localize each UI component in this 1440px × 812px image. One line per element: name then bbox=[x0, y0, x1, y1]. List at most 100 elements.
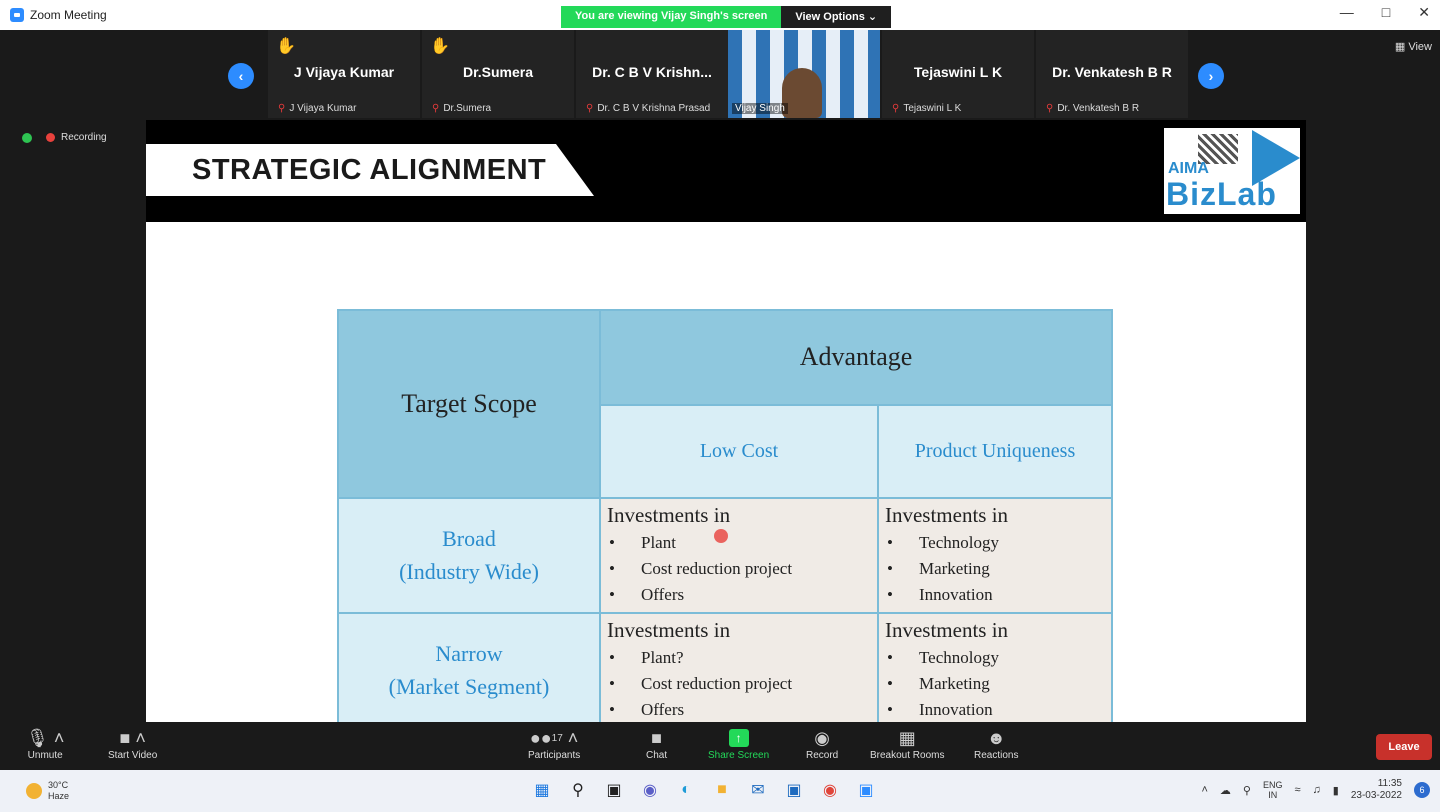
reactions-button[interactable]: ☻ Reactions bbox=[974, 726, 1018, 762]
list-item: Innovation bbox=[885, 582, 1111, 608]
temperature: 30°C bbox=[48, 780, 69, 790]
cell-broad-uniqueness: Investments in Technology Marketing Inno… bbox=[876, 496, 1114, 614]
logo-bizlab-text: BizLab bbox=[1166, 176, 1277, 212]
participant-label: ⚲ Dr. C B V Krishna Prasad bbox=[586, 103, 711, 114]
leave-button[interactable]: Leave bbox=[1376, 734, 1432, 760]
muted-mic-icon: ⚲ bbox=[586, 103, 594, 114]
participant-tile[interactable]: ✋ Dr.Sumera ⚲ Dr.Sumera bbox=[422, 30, 574, 118]
record-icon: ◉ bbox=[814, 727, 830, 748]
participant-video-tile[interactable]: Vijay Singh bbox=[728, 30, 880, 118]
window-controls: — □ ✕ bbox=[1340, 4, 1430, 21]
row-label-narrow: Narrow (Market Segment) bbox=[337, 611, 601, 722]
battery-icon[interactable]: ▮ bbox=[1333, 784, 1339, 797]
record-button[interactable]: ◉ Record bbox=[806, 726, 838, 762]
unmute-button[interactable]: 🎙︎ ˄ Unmute bbox=[26, 726, 64, 762]
search-icon[interactable]: ⚲ bbox=[566, 778, 590, 802]
minimize-icon[interactable]: — bbox=[1340, 4, 1354, 21]
language-indicator[interactable]: ENG IN bbox=[1263, 780, 1283, 800]
list-item: Plant? bbox=[607, 645, 877, 671]
taskbar-apps: ▦ ⚲ ▣ ◉ ◐ ■ ✉ ▣ ◉ ▣ bbox=[530, 778, 878, 802]
participant-tile[interactable]: Dr. C B V Krishn... ⚲ Dr. C B V Krishna P… bbox=[576, 30, 728, 118]
aima-bizlab-logo: AIMA BizLab bbox=[1164, 128, 1300, 214]
share-screen-button[interactable]: ↑ Share Screen bbox=[708, 726, 769, 761]
notification-badge[interactable]: 6 bbox=[1414, 782, 1430, 798]
video-off-icon: ■ ˄ bbox=[119, 727, 146, 748]
cell-broad-low-cost: Investments in Plant Cost reduction proj… bbox=[599, 496, 879, 614]
window-title: Zoom Meeting bbox=[30, 8, 107, 22]
next-page-icon[interactable]: › bbox=[1198, 63, 1224, 89]
list-item: Innovation bbox=[885, 697, 1111, 722]
row-label-broad: Broad (Industry Wide) bbox=[337, 496, 601, 614]
participant-tile[interactable]: Dr. Venkatesh B R ⚲ Dr. Venkatesh B R bbox=[1036, 30, 1188, 118]
low-cost-header: Low Cost bbox=[599, 403, 879, 499]
muted-mic-icon: ⚲ bbox=[278, 103, 286, 114]
weather-sun-icon bbox=[26, 783, 42, 799]
clock[interactable]: 11:35 23-03-2022 bbox=[1351, 778, 1402, 802]
weather-condition: Haze bbox=[48, 791, 70, 801]
view-options-button[interactable]: View Options ⌄ bbox=[781, 6, 892, 28]
participant-strip: ‹ ✋ J Vijaya Kumar ⚲ J Vijaya Kumar ✋ Dr.… bbox=[0, 30, 1440, 118]
view-button[interactable]: ▦ View bbox=[1395, 40, 1432, 53]
participant-label: ⚲ Dr.Sumera bbox=[432, 103, 492, 114]
prev-page-icon[interactable]: ‹ bbox=[228, 63, 254, 89]
weather-widget[interactable]: 30°C Haze bbox=[26, 780, 69, 802]
zoom-taskbar-icon[interactable]: ▣ bbox=[854, 778, 878, 802]
task-view-icon[interactable]: ▣ bbox=[602, 778, 626, 802]
windows-start-icon[interactable]: ▦ bbox=[530, 778, 554, 802]
wifi-icon[interactable]: ≈ bbox=[1294, 784, 1300, 796]
title-bar: Zoom Meeting You are viewing Vijay Singh… bbox=[0, 0, 1440, 30]
system-tray: ˄ ☁ ⚲ ENG IN ≈ ♫ ▮ 11:35 23-03-2022 6 bbox=[1201, 778, 1430, 802]
teams-chat-icon[interactable]: ◉ bbox=[638, 778, 662, 802]
list-item: Offers bbox=[607, 697, 877, 722]
participant-label: ⚲ Dr. Venkatesh B R bbox=[1046, 103, 1140, 114]
list-item: Marketing bbox=[885, 671, 1111, 697]
file-explorer-icon[interactable]: ■ bbox=[710, 778, 734, 802]
recording-indicator[interactable]: Recording bbox=[22, 132, 107, 143]
list-item: Plant bbox=[607, 530, 877, 556]
slide-title-banner: STRATEGIC ALIGNMENT bbox=[146, 144, 594, 196]
strategy-matrix: Target Scope Advantage Low Cost Product … bbox=[337, 309, 1114, 722]
gallery-icon: ▦ bbox=[1394, 41, 1409, 53]
shared-screen: STRATEGIC ALIGNMENT AIMA BizLab Target S… bbox=[146, 120, 1306, 722]
chat-icon: ■ bbox=[651, 727, 662, 748]
list-item: Marketing bbox=[885, 556, 1111, 582]
muted-mic-icon: ⚲ bbox=[892, 103, 900, 114]
meeting-controls: 🎙︎ ˄ Unmute ■ ˄ Start Video ●● 17 ˄ Part… bbox=[0, 722, 1440, 770]
zoom-app-icon bbox=[10, 8, 24, 22]
participants-button[interactable]: ●● 17 ˄ Participants bbox=[528, 726, 580, 762]
participant-tile[interactable]: Tejaswini L K ⚲ Tejaswini L K bbox=[882, 30, 1034, 118]
restore-icon[interactable]: □ bbox=[1382, 4, 1390, 21]
chrome-icon[interactable]: ◉ bbox=[818, 778, 842, 802]
participant-name: Dr.Sumera bbox=[462, 64, 534, 80]
store-icon[interactable]: ▣ bbox=[782, 778, 806, 802]
participant-video bbox=[782, 68, 822, 118]
recording-dot-icon bbox=[46, 133, 55, 142]
chevron-up-icon[interactable]: ˄ bbox=[1201, 784, 1207, 796]
list-item: Cost reduction project bbox=[607, 671, 877, 697]
participant-label: ⚲ J Vijaya Kumar bbox=[278, 103, 357, 114]
list-item: Technology bbox=[885, 530, 1111, 556]
muted-mic-icon: ⚲ bbox=[1046, 103, 1054, 114]
participant-name: Dr. C B V Krishn... bbox=[592, 64, 712, 80]
share-screen-icon: ↑ bbox=[728, 729, 749, 747]
cell-narrow-low-cost: Investments in Plant? Cost reduction pro… bbox=[599, 611, 879, 722]
participant-tile[interactable]: ✋ J Vijaya Kumar ⚲ J Vijaya Kumar bbox=[268, 30, 420, 118]
security-shield-icon bbox=[22, 132, 32, 143]
mail-icon[interactable]: ✉ bbox=[746, 778, 770, 802]
cloud-icon[interactable]: ☁ bbox=[1220, 784, 1231, 797]
participant-name: Tejaswini L K bbox=[913, 64, 1003, 80]
edge-browser-icon[interactable]: ◐ bbox=[674, 778, 698, 802]
microphone-icon[interactable]: ⚲ bbox=[1243, 784, 1251, 797]
start-video-button[interactable]: ■ ˄ Start Video bbox=[108, 726, 157, 762]
breakout-rooms-button[interactable]: ▦ Breakout Rooms bbox=[870, 726, 944, 762]
windows-taskbar: 30°C Haze ▦ ⚲ ▣ ◉ ◐ ■ ✉ ▣ ◉ ▣ ˄ ☁ ⚲ ENG … bbox=[0, 770, 1440, 812]
close-icon[interactable]: ✕ bbox=[1418, 4, 1430, 21]
participant-label: ⚲ Tejaswini L K bbox=[892, 103, 962, 114]
presenter-pointer bbox=[714, 529, 728, 543]
reactions-icon: ☻ bbox=[986, 727, 1006, 748]
breakout-rooms-icon: ▦ bbox=[898, 727, 916, 748]
chat-button[interactable]: ■ Chat bbox=[646, 726, 667, 762]
participant-label: Vijay Singh bbox=[732, 103, 788, 114]
cell-narrow-uniqueness: Investments in Technology Marketing Inno… bbox=[876, 611, 1114, 722]
volume-icon[interactable]: ♫ bbox=[1313, 784, 1321, 796]
